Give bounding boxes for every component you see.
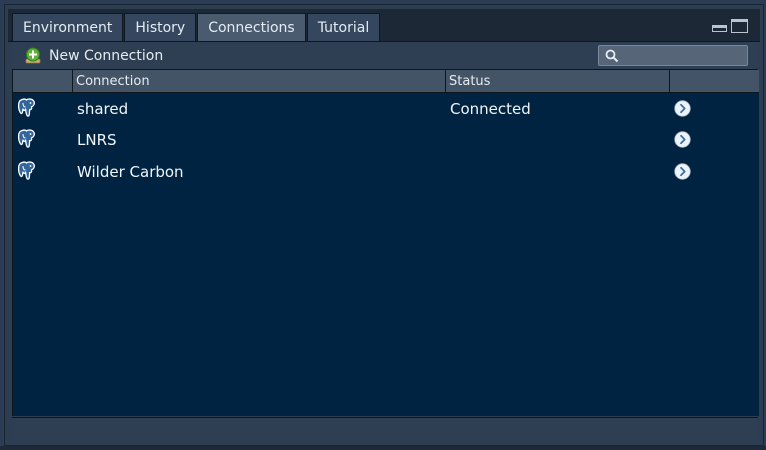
table-row[interactable]: LNRS — [13, 125, 759, 156]
tab-tutorial[interactable]: Tutorial — [306, 13, 381, 41]
header-icon-column — [13, 70, 73, 92]
add-connection-icon — [25, 47, 41, 64]
tab-list: Environment History Connections Tutorial — [12, 13, 381, 41]
postgresql-elephant-icon — [17, 161, 35, 180]
minimize-icon[interactable] — [712, 25, 727, 32]
connections-toolbar: New Connection — [12, 42, 758, 70]
maximize-icon[interactable] — [731, 19, 748, 33]
search-icon — [605, 49, 619, 63]
connection-name: LNRS — [77, 131, 117, 149]
tab-history[interactable]: History — [124, 13, 197, 41]
tab-environment[interactable]: Environment — [12, 13, 124, 41]
postgresql-elephant-icon — [17, 98, 35, 117]
chevron-right-icon[interactable] — [674, 100, 691, 117]
tab-connections[interactable]: Connections — [197, 13, 306, 41]
connection-name: shared — [77, 100, 129, 118]
connections-grid: Connection Status shared Connected LNRS — [12, 70, 759, 416]
connection-status: Connected — [450, 100, 531, 118]
grid-header: Connection Status — [13, 70, 759, 93]
bottom-divider — [0, 446, 766, 450]
postgresql-elephant-icon — [17, 129, 35, 148]
header-actions — [669, 70, 759, 92]
connection-name: Wilder Carbon — [77, 163, 184, 181]
header-status[interactable]: Status — [445, 70, 669, 92]
pane-footer — [12, 417, 758, 440]
tab-bar: Environment History Connections Tutorial — [8, 9, 760, 42]
new-connection-button[interactable]: New Connection — [24, 46, 163, 66]
table-row[interactable]: Wilder Carbon — [13, 157, 759, 188]
new-connection-label: New Connection — [49, 48, 164, 64]
search-box[interactable] — [598, 45, 748, 66]
chevron-right-icon[interactable] — [674, 131, 691, 148]
chevron-right-icon[interactable] — [674, 163, 691, 180]
table-row[interactable]: shared Connected — [13, 94, 759, 125]
header-connection[interactable]: Connection — [72, 70, 445, 92]
window-controls — [712, 19, 748, 33]
search-input[interactable] — [623, 46, 743, 65]
